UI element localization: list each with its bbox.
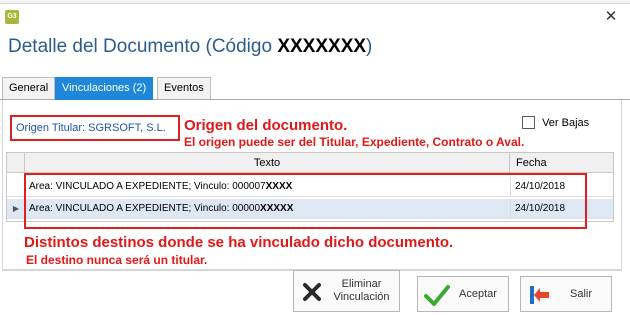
- aceptar-button-label: Aceptar: [459, 287, 497, 300]
- ver-bajas-checkbox[interactable]: [522, 116, 535, 129]
- column-header-fecha[interactable]: Fecha: [510, 153, 613, 173]
- heading-code-redacted: XXXXXXX: [277, 36, 367, 57]
- delete-x-icon: [300, 280, 324, 304]
- destinations-highlight-box: [24, 173, 587, 229]
- heading-prefix: Detalle del Documento (Código: [8, 36, 273, 57]
- close-button[interactable]: ✕: [602, 7, 620, 25]
- tab-vinculaciones[interactable]: Vinculaciones (2): [55, 77, 154, 100]
- eliminar-label-line2: Vinculación: [333, 291, 390, 303]
- row-pointer-icon: ▶: [12, 204, 20, 213]
- column-header-texto[interactable]: Texto: [25, 153, 510, 173]
- eliminar-button-label: Eliminar Vinculación: [328, 271, 395, 311]
- eliminar-vinculacion-button[interactable]: Eliminar Vinculación: [293, 270, 400, 312]
- ver-bajas-label: Ver Bajas: [542, 116, 590, 129]
- annotation-origin-note: El origen puede ser del Titular, Expedie…: [184, 135, 525, 149]
- checkmark-icon: [424, 283, 450, 307]
- tab-bar: General Vinculaciones (2) Eventos: [0, 77, 630, 100]
- heading-suffix: ): [366, 36, 373, 57]
- exit-arrow-icon: [527, 283, 551, 307]
- aceptar-button[interactable]: Aceptar: [417, 276, 509, 312]
- eliminar-label-line1: Eliminar: [341, 278, 382, 290]
- tab-general[interactable]: General: [2, 77, 56, 99]
- grid-header-indicator: [7, 153, 25, 173]
- origin-titular-link[interactable]: Origen Titular: SGRSOFT, S.L.: [16, 122, 166, 134]
- annotation-destinations-title: Distintos destinos donde se ha vinculado…: [24, 234, 454, 251]
- window-titlebar: G3 ✕: [0, 4, 630, 28]
- ver-bajas-option[interactable]: Ver Bajas: [522, 116, 589, 132]
- tab-eventos[interactable]: Eventos: [157, 77, 211, 99]
- annotation-origin-title: Origen del documento.: [184, 117, 348, 134]
- app-logo-icon: G3: [5, 10, 19, 24]
- row-indicator: [7, 177, 25, 197]
- grid-header: Texto Fecha: [7, 153, 613, 173]
- salir-button-label: Salir: [569, 287, 592, 300]
- salir-button[interactable]: Salir: [520, 276, 612, 312]
- annotation-destinations-note: El destino nunca será un titular.: [26, 253, 208, 267]
- window-heading: Detalle del Documento (Código XXXXXXX): [8, 36, 372, 58]
